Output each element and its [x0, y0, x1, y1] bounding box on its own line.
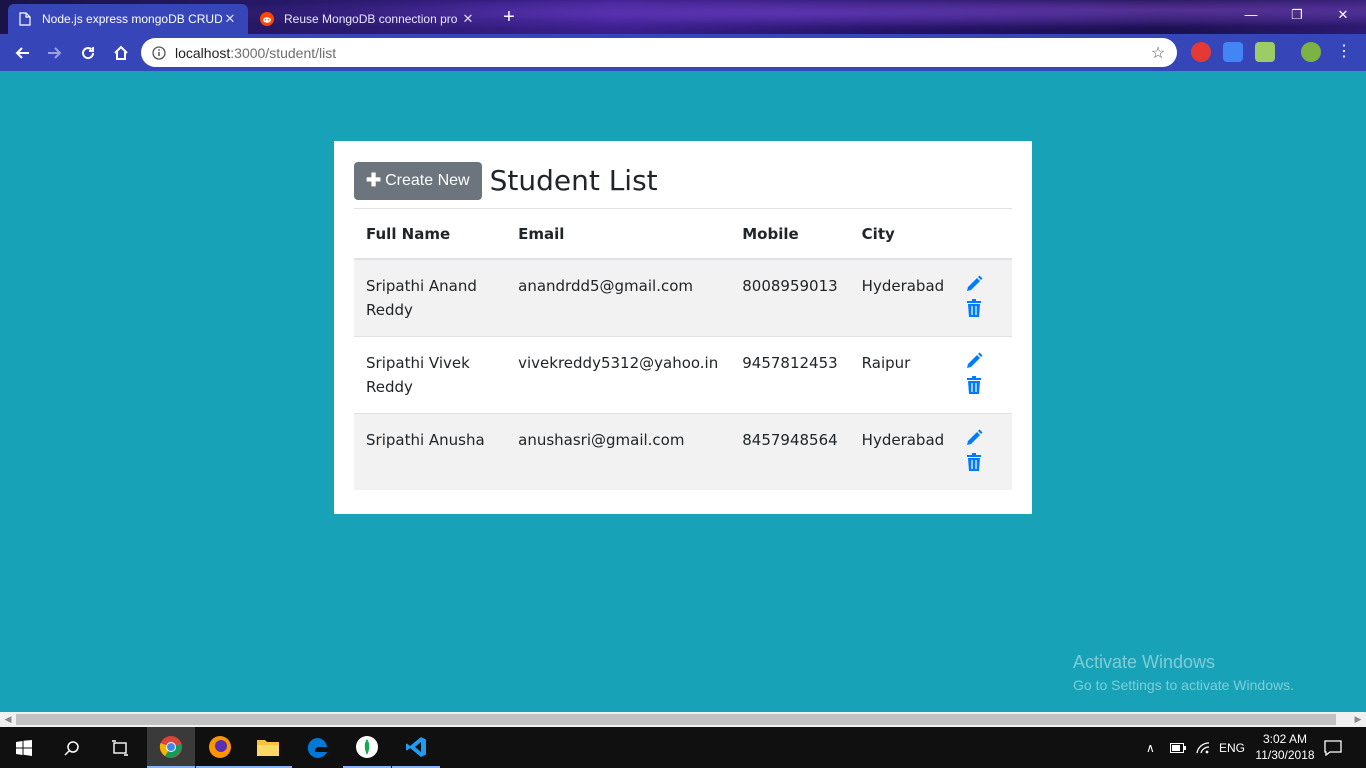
clock-date: 11/30/2018: [1255, 748, 1315, 762]
home-icon[interactable]: [107, 39, 135, 67]
watermark-title: Activate Windows: [1073, 652, 1216, 672]
activation-watermark: Activate Windows Go to Settings to activ…: [1073, 652, 1294, 693]
column-header-city: City: [849, 210, 957, 260]
watermark-subtitle: Go to Settings to activate Windows.: [1073, 677, 1294, 693]
edit-pencil-icon[interactable]: [964, 428, 984, 448]
plus-icon: ✚: [366, 170, 382, 190]
url-text: localhost:3000/student/list: [175, 44, 337, 61]
student-email: vivekreddy5312@yahoo.in: [518, 354, 719, 372]
scroll-right-icon[interactable]: ▶: [1350, 712, 1366, 727]
tab-close-icon[interactable]: ✕: [222, 11, 238, 27]
extension-mail-icon[interactable]: [1255, 42, 1275, 62]
student-name: Sripathi Anand Reddy: [366, 277, 477, 319]
student-city: Hyderabad: [861, 431, 945, 449]
row-actions: [956, 259, 1012, 337]
column-header-full-name: Full Name: [354, 210, 507, 260]
bookmark-star-icon[interactable]: ☆: [1149, 43, 1167, 63]
table-header-row: Full Name Email Mobile City: [354, 210, 1012, 260]
info-icon[interactable]: [151, 45, 167, 61]
student-mobile: 8008959013: [742, 277, 838, 295]
student-city: Hyderabad: [861, 277, 945, 295]
browser-titlebar: Node.js express mongoDB CRUD ✕ Reuse Mon…: [0, 0, 1366, 34]
row-actions: [956, 337, 1012, 414]
page-title: Student List: [489, 164, 658, 197]
scroll-left-icon[interactable]: ◀: [0, 712, 16, 727]
windows-start-icon[interactable]: [0, 727, 48, 768]
firefox-taskbar-icon[interactable]: [196, 727, 244, 768]
address-bar[interactable]: localhost:3000/student/list ☆: [141, 38, 1177, 67]
windows-taskbar: ∧ ENG 3:02 AM 11/30/2018: [0, 727, 1366, 768]
reddit-icon: [260, 12, 274, 26]
menu-icon[interactable]: ⋮: [1336, 42, 1352, 62]
clock-time: 3:02 AM: [1262, 732, 1308, 746]
horizontal-scrollbar[interactable]: ◀ ▶: [0, 712, 1366, 727]
student-mobile: 9457812453: [742, 354, 838, 372]
edit-pencil-icon[interactable]: [964, 351, 984, 371]
extension-shield-icon[interactable]: [1191, 42, 1211, 62]
restore-icon[interactable]: ❐: [1274, 0, 1320, 30]
language-indicator[interactable]: ENG: [1219, 727, 1245, 768]
student-city: Raipur: [861, 354, 911, 372]
column-header-email: Email: [506, 210, 731, 260]
back-icon[interactable]: [8, 39, 36, 67]
show-hidden-icons[interactable]: ∧: [1146, 727, 1155, 768]
task-view-icon[interactable]: [96, 727, 144, 768]
student-email: anandrdd5@gmail.com: [518, 277, 693, 295]
tab-node-crud[interactable]: Node.js express mongoDB CRUD ✕: [8, 4, 248, 34]
delete-trash-icon[interactable]: [964, 452, 984, 472]
column-header-mobile: Mobile: [730, 210, 850, 260]
minimize-icon[interactable]: —: [1228, 0, 1274, 30]
wifi-icon[interactable]: [1195, 727, 1211, 768]
file-explorer-icon[interactable]: [244, 727, 292, 768]
forward-icon[interactable]: [41, 39, 69, 67]
close-window-icon[interactable]: ✕: [1320, 0, 1366, 30]
table-row: Sripathi Anusha anushasri@gmail.com 8457…: [354, 413, 1012, 491]
edit-pencil-icon[interactable]: [964, 274, 984, 294]
reload-icon[interactable]: [74, 39, 102, 67]
edge-icon[interactable]: [294, 727, 342, 768]
student-name: Sripathi Anusha: [366, 431, 485, 449]
row-actions: [956, 414, 1012, 491]
browser-toolbar: localhost:3000/student/list ☆ ⋮: [0, 34, 1366, 71]
vscode-icon[interactable]: [392, 727, 440, 768]
mongodb-compass-icon[interactable]: [343, 727, 391, 768]
tab-title: Node.js express mongoDB CRUD: [42, 12, 222, 26]
battery-icon[interactable]: [1170, 727, 1186, 768]
document-icon: [18, 12, 32, 26]
delete-trash-icon[interactable]: [964, 298, 984, 318]
notifications-icon[interactable]: [1324, 727, 1342, 768]
profile-avatar[interactable]: [1301, 42, 1321, 62]
tab-close-icon[interactable]: ✕: [460, 11, 476, 27]
chrome-taskbar-icon[interactable]: [147, 727, 195, 768]
student-list-card: ✚ Create New Student List Full Name Emai…: [334, 141, 1032, 514]
student-table: Full Name Email Mobile City Sripathi Ana…: [354, 210, 1012, 490]
card-header: ✚ Create New Student List: [354, 161, 1012, 209]
tab-title: Reuse MongoDB connection pro: [284, 12, 458, 26]
student-name: Sripathi Vivek Reddy: [366, 354, 470, 396]
taskbar-clock[interactable]: 3:02 AM 11/30/2018: [1250, 731, 1320, 763]
tab-reuse-mongodb[interactable]: Reuse MongoDB connection pro ✕: [250, 4, 486, 34]
new-tab-button[interactable]: +: [498, 6, 520, 28]
search-icon[interactable]: [48, 727, 96, 768]
student-email: anushasri@gmail.com: [518, 431, 685, 449]
column-header-actions: [956, 210, 1012, 260]
create-new-button[interactable]: ✚ Create New: [354, 161, 482, 200]
delete-trash-icon[interactable]: [964, 375, 984, 395]
student-mobile: 8457948564: [742, 431, 838, 449]
translate-icon[interactable]: [1223, 42, 1243, 62]
create-new-label: Create New: [385, 171, 470, 189]
table-row: Sripathi Vivek Reddy vivekreddy5312@yaho…: [354, 336, 1012, 414]
scrollbar-thumb[interactable]: [16, 714, 1336, 725]
table-row: Sripathi Anand Reddy anandrdd5@gmail.com…: [354, 259, 1012, 337]
